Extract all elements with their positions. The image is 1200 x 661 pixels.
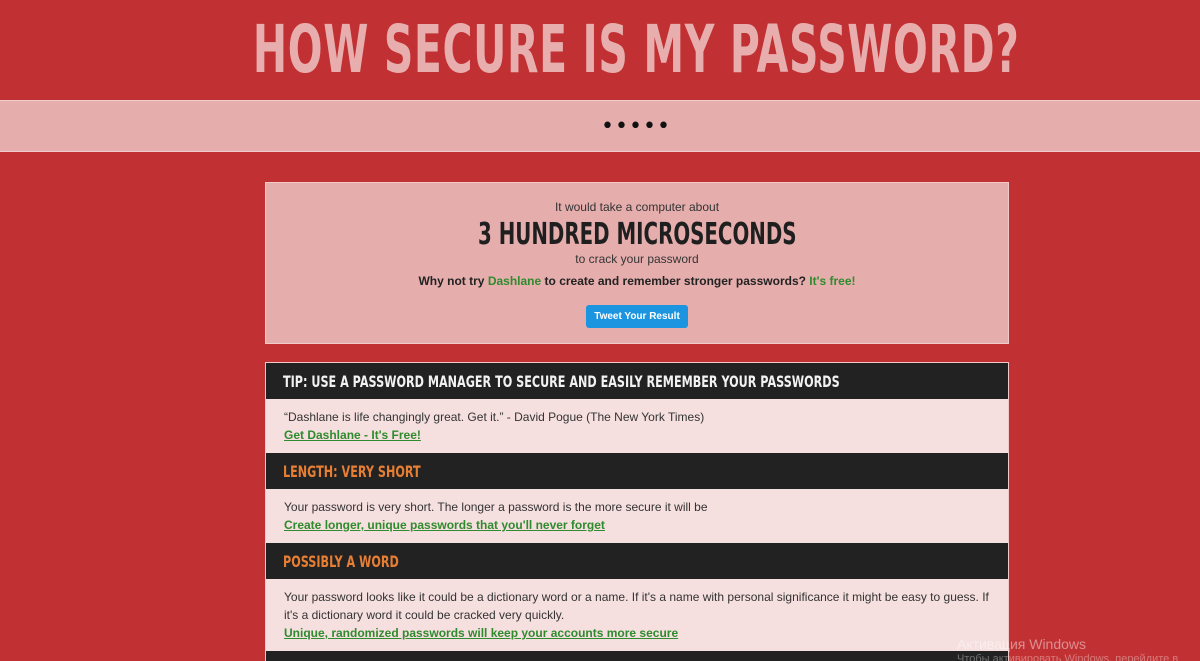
free-link[interactable]: It's free!	[809, 274, 855, 288]
section-text: Your password looks like it could be a d…	[284, 590, 989, 622]
dashlane-link[interactable]: Dashlane	[488, 274, 541, 288]
randomized-passwords-link[interactable]: Unique, randomized passwords will keep y…	[284, 624, 990, 642]
section-header-length: LENGTH: VERY SHORT	[266, 453, 1008, 489]
get-dashlane-link[interactable]: Get Dashlane - It's Free!	[284, 426, 990, 444]
section-header-tip: TIP: USE A PASSWORD MANAGER TO SECURE AN…	[266, 363, 1008, 399]
section-text: Your password is very short. The longer …	[284, 500, 708, 514]
section-heading: LENGTH: VERY SHORT	[283, 461, 421, 481]
result-box: It would take a computer about 3 HUNDRED…	[265, 182, 1009, 344]
section-body-word: Your password looks like it could be a d…	[266, 579, 1008, 651]
pitch-middle: to create and remember stronger password…	[544, 274, 806, 288]
result-post-text: to crack your password	[575, 252, 699, 266]
section-header-word: POSSIBLY A WORD	[266, 543, 1008, 579]
pitch-prefix: Why not try	[418, 274, 485, 288]
dashlane-pitch: Why not try Dashlane to create and remem…	[266, 274, 1008, 288]
analysis-panel: TIP: USE A PASSWORD MANAGER TO SECURE AN…	[265, 362, 1009, 661]
section-text: “Dashlane is life changingly great. Get …	[284, 410, 705, 424]
crack-time: 3 HUNDRED MICROSECONDS	[477, 217, 797, 252]
section-header-partial	[266, 651, 1008, 661]
windows-activation-watermark: Активация Windows	[957, 636, 1087, 652]
section-body-tip: “Dashlane is life changingly great. Get …	[266, 399, 1008, 453]
password-bar	[0, 100, 1200, 152]
password-input[interactable]	[336, 113, 936, 139]
windows-activation-subtext: Чтобы активировать Windows, перейдите в	[957, 653, 1179, 661]
section-heading: TIP: USE A PASSWORD MANAGER TO SECURE AN…	[283, 371, 840, 391]
result-pre-text: It would take a computer about	[554, 200, 720, 214]
page-title: HOW SECURE IS MY PASSWORD?	[252, 11, 1020, 88]
section-body-length: Your password is very short. The longer …	[266, 489, 1008, 543]
page-header: HOW SECURE IS MY PASSWORD?	[0, 0, 1200, 100]
section-heading: POSSIBLY A WORD	[283, 551, 399, 571]
create-longer-link[interactable]: Create longer, unique passwords that you…	[284, 516, 990, 534]
tweet-result-button[interactable]: Tweet Your Result	[586, 305, 688, 328]
